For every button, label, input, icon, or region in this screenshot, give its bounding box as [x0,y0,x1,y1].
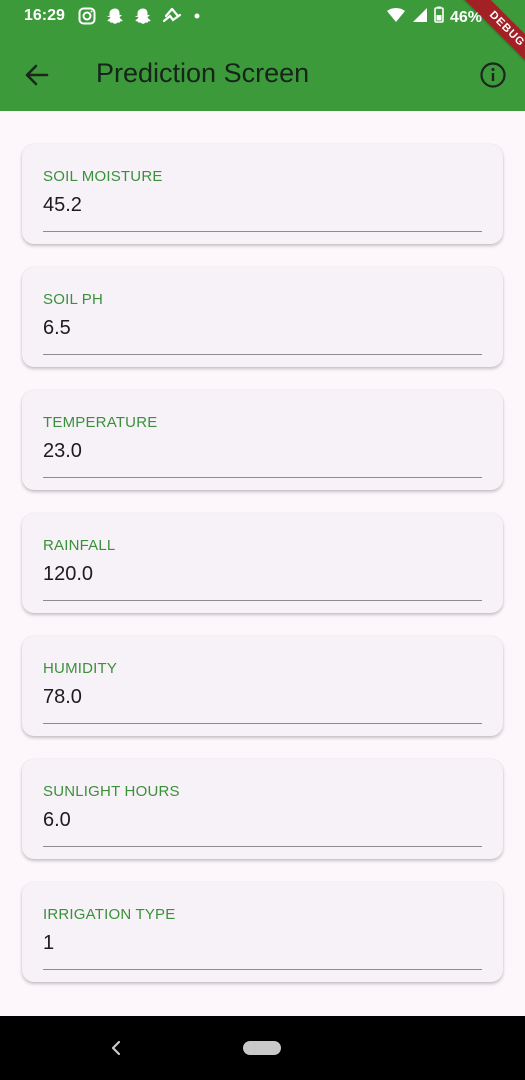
status-system-icons: 46% [386,6,482,29]
field-underline [43,846,482,847]
field-underline [43,723,482,724]
dot-icon [192,7,202,25]
snapchat-icon [134,7,152,25]
temperature-input[interactable]: 23.0 [43,440,82,463]
instagram-icon [78,7,96,25]
sunlight-hours-input[interactable]: 6.0 [43,809,71,832]
field-underline [43,231,482,232]
prediction-form: SOIL MOISTURE 45.2 SOIL PH 6.5 TEMPERATU… [0,111,525,1016]
page-title: Prediction Screen [96,58,310,88]
soil-ph-input[interactable]: 6.5 [43,317,71,340]
status-bar: 16:29 46% [0,0,525,32]
status-time: 16:29 [24,7,65,24]
field-underline [43,477,482,478]
wifi-icon [386,6,406,29]
humidity-input[interactable]: 78.0 [43,686,82,709]
top-header: 16:29 46% Prediction Screen DEBUG [0,0,525,111]
snapchat-icon [106,7,124,25]
humidity-card[interactable]: HUMIDITY 78.0 [22,636,503,736]
nav-back-icon[interactable] [106,1038,126,1058]
soil-moisture-card[interactable]: SOIL MOISTURE 45.2 [22,144,503,244]
sunlight-hours-label: SUNLIGHT HOURS [43,783,180,800]
field-underline [43,354,482,355]
field-underline [43,969,482,970]
rainfall-label: RAINFALL [43,537,116,554]
irrigation-type-label: IRRIGATION TYPE [43,906,176,923]
irrigation-type-input[interactable]: 1 [43,932,54,955]
app-notification-icon [162,7,182,25]
temperature-card[interactable]: TEMPERATURE 23.0 [22,390,503,490]
rainfall-input[interactable]: 120.0 [43,563,93,586]
app-bar: Prediction Screen [0,40,525,110]
sunlight-hours-card[interactable]: SUNLIGHT HOURS 6.0 [22,759,503,859]
temperature-label: TEMPERATURE [43,414,158,431]
rainfall-card[interactable]: RAINFALL 120.0 [22,513,503,613]
system-navigation-bar [0,1016,525,1080]
back-arrow-icon[interactable] [22,60,52,90]
soil-ph-card[interactable]: SOIL PH 6.5 [22,267,503,367]
nav-home-pill[interactable] [243,1041,281,1055]
humidity-label: HUMIDITY [43,660,118,677]
signal-icon [412,6,428,29]
status-notification-icons [78,7,202,25]
soil-ph-label: SOIL PH [43,291,104,308]
irrigation-type-card[interactable]: IRRIGATION TYPE 1 [22,882,503,982]
soil-moisture-input[interactable]: 45.2 [43,194,82,217]
battery-icon [434,6,444,29]
soil-moisture-label: SOIL MOISTURE [43,168,163,185]
field-underline [43,600,482,601]
info-icon[interactable] [478,60,508,90]
